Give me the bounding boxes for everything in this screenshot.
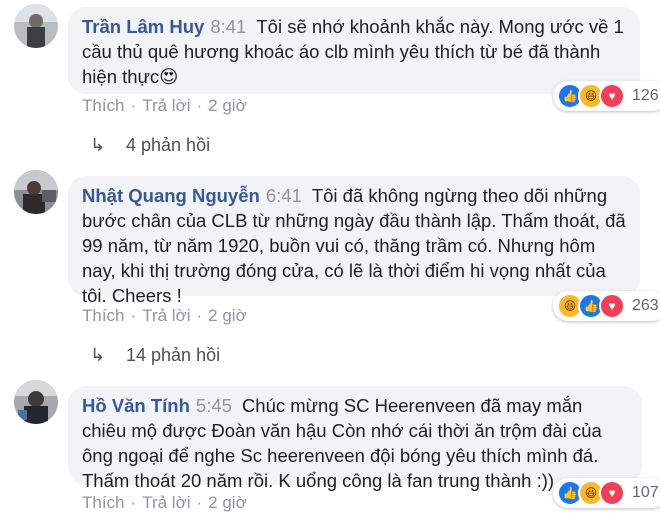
comment-author[interactable]: Nhật Quang Nguyễn [82,185,260,206]
reply-arrow-icon: ↳ [90,135,106,155]
love-icon: ♥ [599,83,625,109]
comment-actions: Thích · Trả lời · 2 giờ [82,306,247,325]
comment-time: 5:45 [195,395,232,416]
reaction-count: 263 [632,297,659,314]
reply-link[interactable]: Trả lời [142,493,190,512]
reaction-summary[interactable]: 👍 😆 ♥ 107 [553,478,660,508]
like-link[interactable]: Thích [82,306,125,325]
comment-actions: Thích · Trả lời · 2 giờ [82,96,247,115]
reaction-summary[interactable]: 😆 👍 ♥ 263 [553,291,660,321]
love-icon: ♥ [599,480,625,506]
reply-link[interactable]: Trả lời [142,96,190,115]
avatar[interactable] [14,170,58,214]
view-replies-link[interactable]: ↳ 14 phản hồi [90,345,220,366]
reaction-count: 126 [632,87,659,104]
reply-arrow-icon: ↳ [90,345,106,365]
comment-bubble: Trần Lâm Huy 8:41 Tôi sẽ nhớ khoảnh khắc n… [68,7,640,94]
like-link[interactable]: Thích [82,493,125,512]
love-icon: ♥ [599,293,625,319]
comment-author[interactable]: Trần Lâm Huy [82,16,204,37]
reply-link[interactable]: Trả lời [142,306,190,325]
comment-time: 8:41 [210,16,247,37]
replies-count: 4 phản hồi [126,135,211,155]
reaction-summary[interactable]: 👍 😆 ♥ 126 [553,81,660,111]
comment-age[interactable]: 2 giờ [208,306,247,325]
avatar[interactable] [14,4,58,48]
reaction-count: 107 [632,484,659,501]
avatar-photo [14,170,58,214]
comment-age[interactable]: 2 giờ [208,96,247,115]
comment-age[interactable]: 2 giờ [208,493,247,512]
avatar-photo [14,4,58,48]
comment-time: 6:41 [265,185,302,206]
comment-bubble: Nhật Quang Nguyễn 6:41 Tôi đã không ngừng … [68,176,640,306]
avatar-photo [14,380,58,424]
comment-actions: Thích · Trả lời · 2 giờ [82,493,247,512]
replies-count: 14 phản hồi [126,345,221,365]
view-replies-link[interactable]: ↳ 4 phản hồi [90,135,210,156]
like-link[interactable]: Thích [82,96,125,115]
avatar[interactable] [14,380,58,424]
comment-author[interactable]: Hồ Văn Tính [82,395,190,416]
comment-bubble: Hồ Văn Tính 5:45 Chúc mừng SC Heerenveen đ… [68,386,642,491]
